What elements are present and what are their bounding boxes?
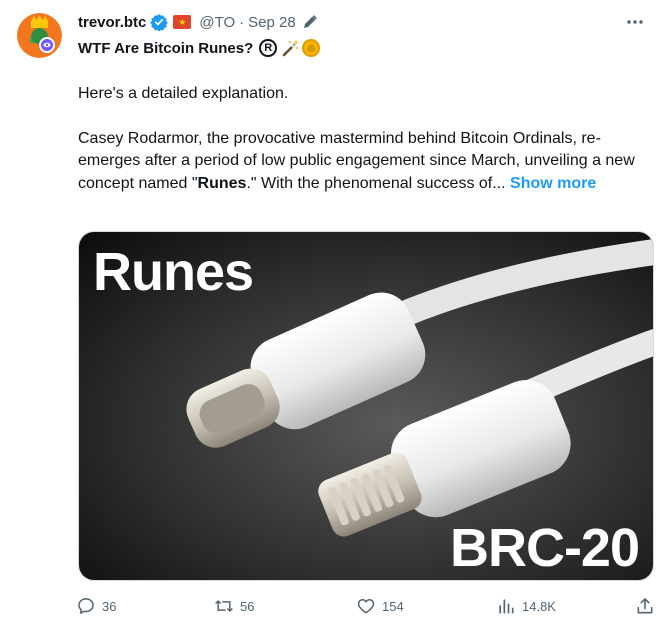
body-bold-runes: Runes — [197, 174, 247, 192]
tweet-title-line: WTF Are Bitcoin Runes? R ◎ — [78, 37, 321, 59]
magic-wand-icon — [283, 40, 299, 57]
media-overlay-runes: Runes — [93, 242, 253, 302]
tweet-action-bar: 36 56 154 14.8K — [70, 592, 660, 620]
show-more-link[interactable]: Show more — [510, 175, 596, 192]
title-emojis: R ◎ — [257, 38, 321, 58]
author-display-name[interactable]: trevor.btc — [78, 14, 146, 31]
more-dots-icon — [627, 20, 643, 24]
tweet-header: trevor.btc ★ @TO · Sep 28 — [78, 12, 318, 32]
retweet-count: 56 — [240, 598, 255, 614]
reply-icon — [76, 596, 96, 616]
more-options-button[interactable] — [623, 10, 647, 34]
author-handle[interactable]: @TO — [199, 14, 235, 31]
media-overlay-brc20: BRC-20 — [450, 518, 639, 578]
views-count: 14.8K — [522, 598, 556, 614]
edited-pencil-icon[interactable] — [302, 14, 318, 30]
vietnam-flag-icon: ★ — [173, 15, 192, 29]
tweet-media-image[interactable]: Runes BRC-20 — [78, 231, 654, 581]
tweet-intro: Here's a detailed explanation. — [78, 85, 289, 102]
like-count: 154 — [382, 598, 404, 614]
share-button[interactable] — [635, 592, 661, 620]
tweet-paragraph: Casey Rodarmor, the provocative mastermi… — [78, 128, 638, 196]
separator-dot: · — [239, 13, 245, 31]
retweet-button[interactable]: 56 — [214, 592, 254, 620]
coin-icon: ◎ — [302, 39, 321, 57]
tweet-body: Here's a detailed explanation. Casey Rod… — [78, 83, 638, 217]
body-text-part-2: ." With the phenomenal success of... — [246, 174, 506, 192]
reply-count: 36 — [102, 598, 117, 614]
tweet-timestamp[interactable]: Sep 28 — [248, 14, 296, 31]
reply-button[interactable]: 36 — [76, 592, 116, 620]
tweet-title: WTF Are Bitcoin Runes? — [78, 39, 254, 57]
analytics-icon — [496, 596, 516, 616]
heart-icon — [356, 596, 376, 616]
like-button[interactable]: 154 — [356, 592, 404, 620]
views-button[interactable]: 14.8K — [496, 592, 556, 620]
share-icon — [635, 596, 655, 616]
retweet-icon — [214, 596, 234, 616]
author-avatar[interactable] — [17, 13, 62, 58]
verified-badge-icon[interactable] — [150, 13, 169, 32]
registered-icon: R — [259, 39, 278, 57]
